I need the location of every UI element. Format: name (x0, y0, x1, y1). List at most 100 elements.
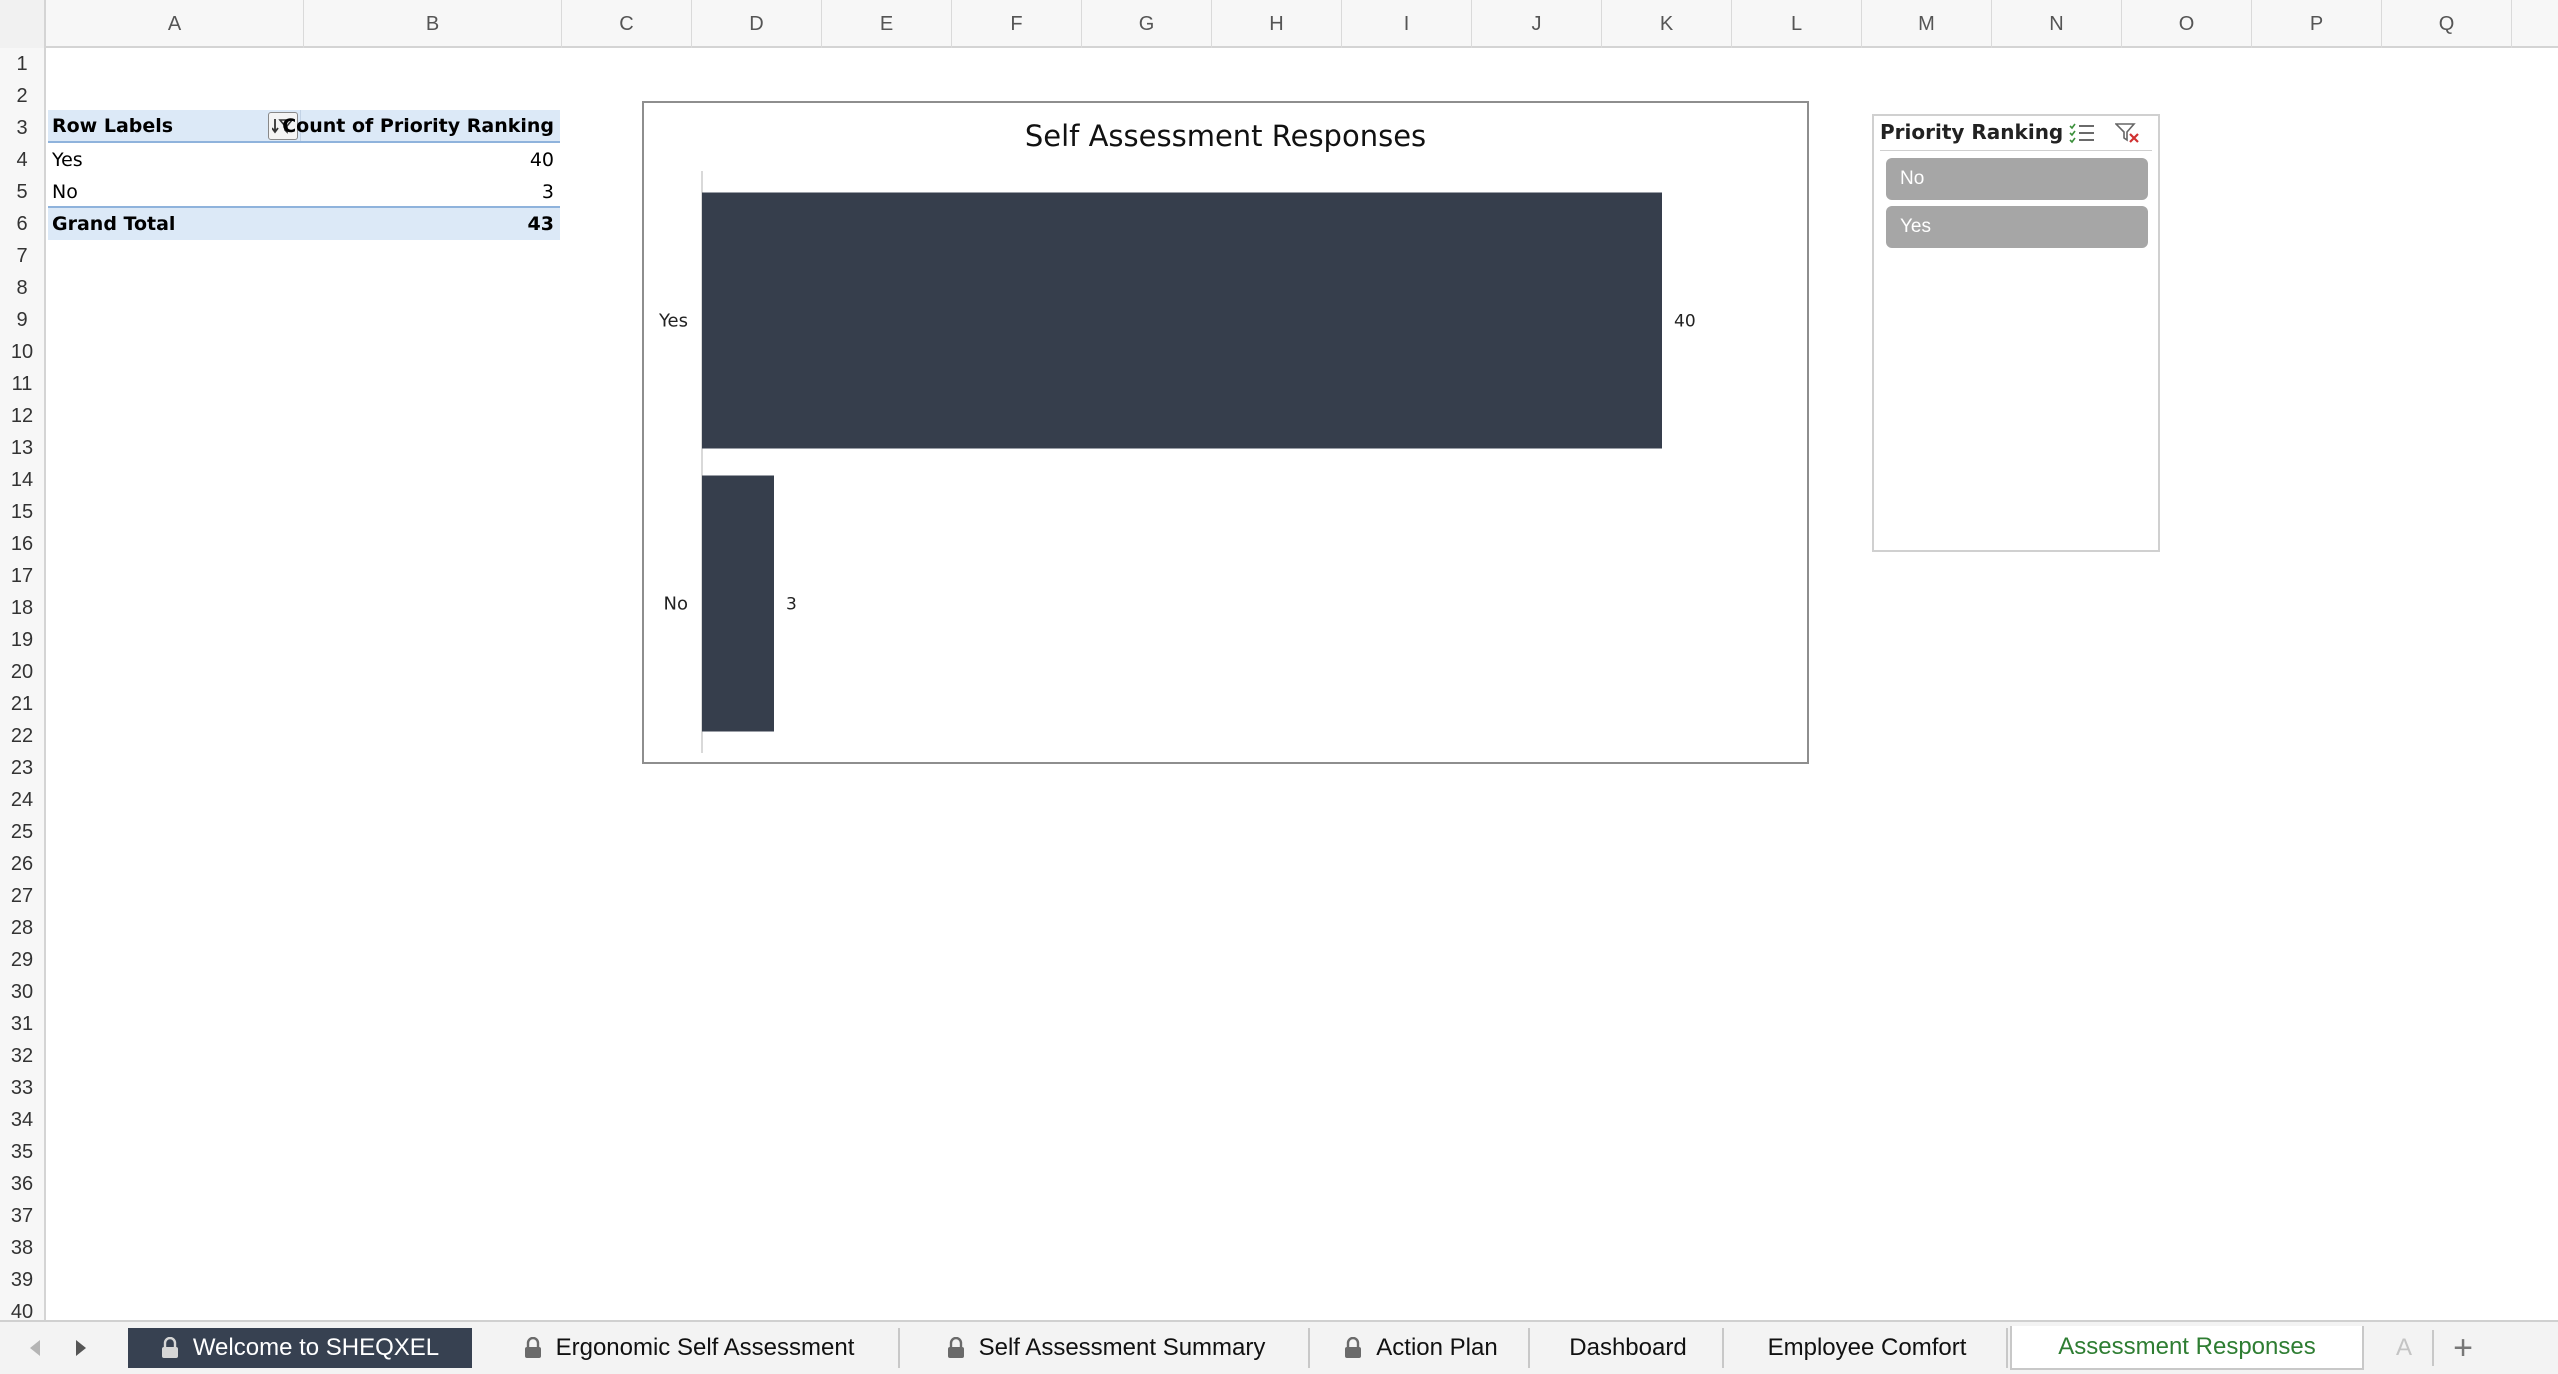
slicer-item-yes[interactable]: Yes (1886, 206, 2148, 248)
row-header-12[interactable]: 12 (0, 400, 44, 432)
row-header-13[interactable]: 13 (0, 432, 44, 464)
pivot-row-value[interactable]: 3 (300, 176, 560, 208)
sheet-tab-label: Welcome to SHEQXEL (192, 1334, 440, 1361)
pivot-row-value[interactable]: 40 (300, 144, 560, 176)
row-header-24[interactable]: 24 (0, 784, 44, 816)
slicer-item-label: No (1900, 168, 1925, 189)
row-header-23[interactable]: 23 (0, 752, 44, 784)
row-header-17[interactable]: 17 (0, 560, 44, 592)
row-header-19[interactable]: 19 (0, 624, 44, 656)
column-header-k[interactable]: K (1602, 0, 1732, 48)
column-header-j[interactable]: J (1472, 0, 1602, 48)
bar-yes[interactable] (702, 192, 1662, 449)
triangle-left-icon (30, 1340, 40, 1356)
row-header-15[interactable]: 15 (0, 496, 44, 528)
row-header-14[interactable]: 14 (0, 464, 44, 496)
row-header-38[interactable]: 38 (0, 1232, 44, 1264)
row-header-37[interactable]: 37 (0, 1200, 44, 1232)
bar-chart[interactable]: Self Assessment Responses Yes 40 No 3 (642, 101, 1809, 764)
row-header-8[interactable]: 8 (0, 272, 44, 304)
pivot-row-label[interactable]: Yes (48, 144, 300, 176)
column-header-p[interactable]: P (2252, 0, 2382, 48)
column-header-o[interactable]: O (2122, 0, 2252, 48)
pivot-header-underline (48, 141, 560, 143)
multi-select-icon[interactable] (2068, 120, 2096, 146)
lock-icon (947, 1337, 965, 1359)
slicer-item-label: Yes (1900, 216, 1931, 237)
select-all-corner[interactable] (0, 0, 46, 48)
row-header-21[interactable]: 21 (0, 688, 44, 720)
row-header-28[interactable]: 28 (0, 912, 44, 944)
column-header-n[interactable]: N (1992, 0, 2122, 48)
row-header-31[interactable]: 31 (0, 1008, 44, 1040)
row-header-2[interactable]: 2 (0, 80, 44, 112)
row-header-3[interactable]: 3 (0, 112, 44, 144)
prev-sheet-button[interactable] (20, 1332, 50, 1364)
row-header-20[interactable]: 20 (0, 656, 44, 688)
pivot-row-value-text: 40 (529, 149, 554, 171)
tab-overflow[interactable]: A (2396, 1328, 2412, 1368)
next-sheet-button[interactable] (66, 1332, 96, 1364)
row-header-7[interactable]: 7 (0, 240, 44, 272)
column-header-c[interactable]: C (562, 0, 692, 48)
pivot-header-value[interactable]: Count of Priority Ranking (282, 110, 560, 142)
row-header-11[interactable]: 11 (0, 368, 44, 400)
row-header-27[interactable]: 27 (0, 880, 44, 912)
row-header-22[interactable]: 22 (0, 720, 44, 752)
row-header-40[interactable]: 40 (0, 1296, 44, 1321)
lock-icon (161, 1337, 179, 1359)
row-header-26[interactable]: 26 (0, 848, 44, 880)
column-header-d[interactable]: D (692, 0, 822, 48)
row-header-10[interactable]: 10 (0, 336, 44, 368)
row-header-29[interactable]: 29 (0, 944, 44, 976)
add-sheet-button[interactable]: + (2432, 1329, 2492, 1367)
sheet-tab-action-plan[interactable]: Action Plan (1314, 1328, 1530, 1368)
slicer-title: Priority Ranking (1880, 120, 2064, 144)
row-header-33[interactable]: 33 (0, 1072, 44, 1104)
sheet-tab-assessment-responses[interactable]: Assessment Responses (2010, 1326, 2364, 1370)
clear-filter-icon[interactable] (2114, 120, 2142, 146)
row-header-4[interactable]: 4 (0, 144, 44, 176)
pivot-grand-total-value[interactable]: 43 (300, 208, 560, 240)
slicer-divider (1880, 150, 2152, 151)
sheet-tab-dashboard[interactable]: Dashboard (1534, 1328, 1724, 1368)
column-header-l[interactable]: L (1732, 0, 1862, 48)
priority-ranking-slicer[interactable]: Priority Ranking No Yes (1872, 114, 2160, 552)
row-header-18[interactable]: 18 (0, 592, 44, 624)
sheet-tab-employee-comfort[interactable]: Employee Comfort (1728, 1328, 2008, 1368)
row-header-39[interactable]: 39 (0, 1264, 44, 1296)
column-header-b[interactable]: B (304, 0, 562, 48)
row-header-5[interactable]: 5 (0, 176, 44, 208)
pivot-grand-total-label[interactable]: Grand Total (48, 208, 300, 240)
data-label: 40 (1674, 312, 1696, 332)
row-header-35[interactable]: 35 (0, 1136, 44, 1168)
column-header-q[interactable]: Q (2382, 0, 2512, 48)
column-header-e[interactable]: E (822, 0, 952, 48)
sheet-tab-ergonomic-self-assessment[interactable]: Ergonomic Self Assessment (480, 1328, 900, 1368)
row-header-6[interactable]: 6 (0, 208, 44, 240)
column-header-g[interactable]: G (1082, 0, 1212, 48)
row-header-bar: 1 2 3 4 5 6 7 8 9 10 11 12 13 14 15 16 17 18 19 20 21 22 23 24 2… (0, 48, 46, 1320)
bar-no[interactable] (702, 475, 774, 732)
pivot-row-label[interactable]: No (48, 176, 300, 208)
row-header-36[interactable]: 36 (0, 1168, 44, 1200)
column-header-f[interactable]: F (952, 0, 1082, 48)
worksheet-grid[interactable]: ABCDEFGHIJKLMNOPQ 1 2 3 4 5 6 7 8 9 10 11 12 13 14 15 1… (0, 0, 2558, 1320)
column-header-m[interactable]: M (1862, 0, 1992, 48)
row-header-9[interactable]: 9 (0, 304, 44, 336)
column-header-i[interactable]: I (1342, 0, 1472, 48)
sheet-tab-welcome-to-sheqxel[interactable]: Welcome to SHEQXEL (128, 1328, 472, 1368)
slicer-item-no[interactable]: No (1886, 158, 2148, 200)
column-header-h[interactable]: H (1212, 0, 1342, 48)
row-header-30[interactable]: 30 (0, 976, 44, 1008)
row-header-34[interactable]: 34 (0, 1104, 44, 1136)
row-header-25[interactable]: 25 (0, 816, 44, 848)
data-label: 3 (786, 595, 797, 615)
row-header-32[interactable]: 32 (0, 1040, 44, 1072)
row-header-1[interactable]: 1 (0, 48, 44, 80)
column-header-a[interactable]: A (46, 0, 304, 48)
pivot-header-row-labels[interactable]: Row Labels (48, 110, 300, 142)
row-header-16[interactable]: 16 (0, 528, 44, 560)
sheet-tab-self-assessment-summary[interactable]: Self Assessment Summary (904, 1328, 1310, 1368)
pivot-header-value-text: Count of Priority Ranking (282, 115, 554, 137)
